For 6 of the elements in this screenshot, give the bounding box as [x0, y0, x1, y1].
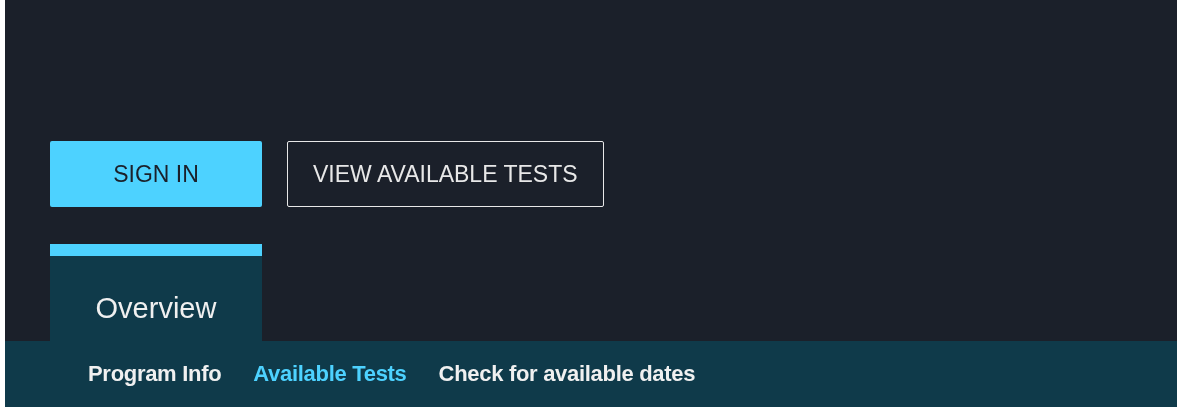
overview-tab[interactable]: Overview — [50, 244, 262, 341]
subnav-link[interactable]: Program Info — [88, 361, 222, 387]
sign-in-button[interactable]: SIGN IN — [50, 141, 262, 207]
subnav-link[interactable]: Check for available dates — [438, 361, 696, 387]
subnav-link[interactable]: Available Tests — [253, 361, 407, 387]
view-tests-button[interactable]: VIEW AVAILABLE TESTS — [287, 141, 604, 207]
